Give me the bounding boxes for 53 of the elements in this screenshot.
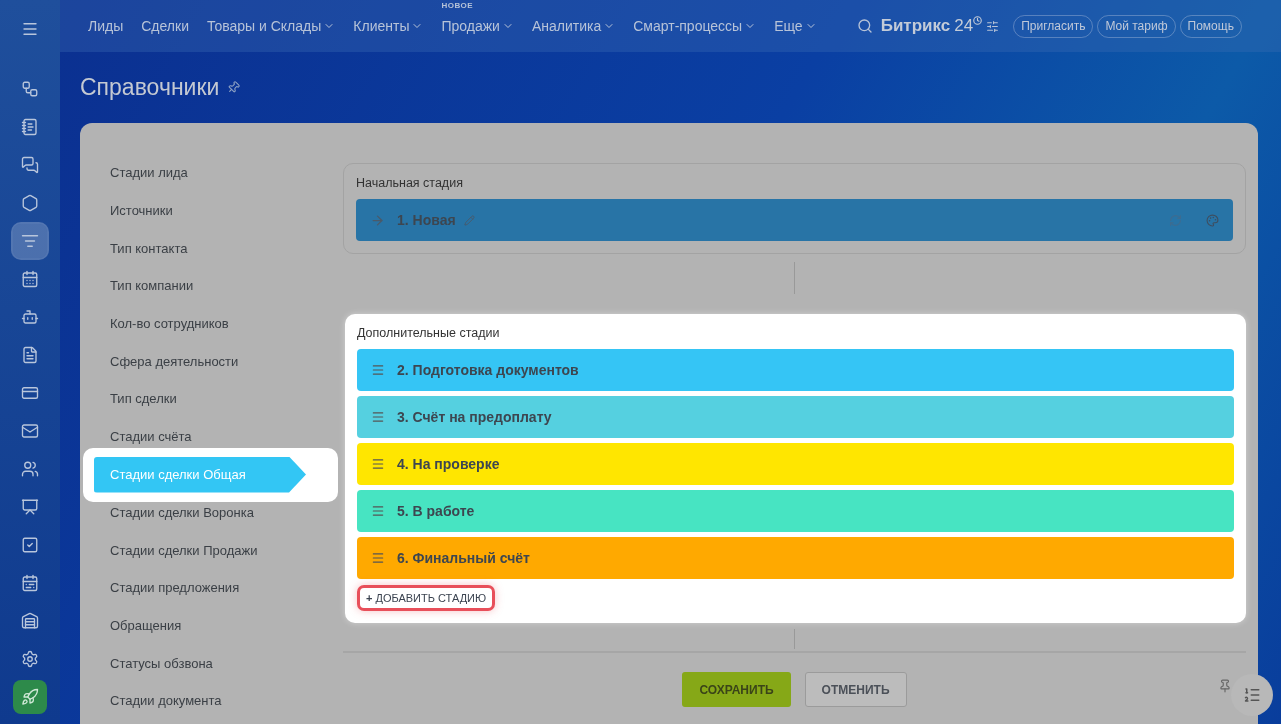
stage-label: 3. Счёт на предоплату [397,409,552,425]
pin-icon[interactable] [1218,679,1232,693]
top-nav-item[interactable]: Клиенты [353,18,424,34]
stage-label: 6. Финальный счёт [397,550,530,566]
stage-bar[interactable]: 5. В работе [357,490,1234,532]
stage-bar[interactable]: 6. Финальный счёт [357,537,1234,579]
nav-item[interactable]: Стадии документа [110,693,222,709]
nav-item[interactable]: Тип компании [110,278,194,294]
nav-item[interactable]: Источники [110,203,173,219]
search-icon[interactable] [856,18,873,34]
nav-item[interactable]: Стадии счёта [110,429,192,445]
drag-handle-icon[interactable] [371,363,385,377]
nav-item[interactable]: Стадии сделки Воронка [110,504,254,520]
new-label: НОВОЕ [441,1,474,10]
logo[interactable]: Битрикс 24 [880,16,974,36]
top-nav-item[interactable]: Товары и Склады [206,18,336,34]
list-button[interactable] [1231,674,1273,716]
nav-item[interactable]: Тип контакта [110,240,188,256]
list-icon [1243,686,1261,704]
stage-label: 1. Новая [397,212,456,228]
drag-handle-icon[interactable] [371,457,385,471]
nav-item[interactable]: Обращения [110,617,182,633]
stage-label: 4. На проверке [397,456,500,472]
arrow-icon [370,212,385,228]
nav-item[interactable]: Сфера деятельности [110,353,239,369]
drag-handle-icon[interactable] [371,410,385,424]
top-nav-item[interactable]: Лиды [88,18,124,34]
drag-handle-icon[interactable] [371,504,385,518]
stage-bar[interactable]: 3. Счёт на предоплату [357,396,1234,438]
top-nav-item[interactable]: Еще [774,18,817,34]
drag-handle-icon[interactable] [371,551,385,565]
stage-label: 5. В работе [397,503,475,519]
add-stage-button[interactable]: + ДОБАВИТЬ СТАДИЮ [357,585,496,611]
top-nav-item[interactable]: Смарт-процессы [633,18,757,34]
rocket-icon[interactable] [13,680,47,714]
section-heading: Начальная стадия [356,176,464,190]
nav-item[interactable]: Статусы обзвона [110,655,213,671]
nav-item[interactable]: Стадии лида [110,165,188,181]
save-button[interactable]: СОХРАНИТЬ [682,672,791,707]
nav-item[interactable]: Кол-во сотрудников [110,316,229,332]
section-heading: Дополнительные стадии [357,326,501,340]
stage-label: 2. Подготовка документов [397,362,579,378]
cancel-button[interactable]: ОТМЕНИТЬ [804,672,907,707]
stage-bar[interactable]: 2. Подготовка документов [357,349,1234,391]
stage-bar[interactable]: 4. На проверке [357,443,1234,485]
nav-item[interactable]: Стадии сделки Продажи [110,542,258,558]
sliders-icon[interactable] [986,19,1000,33]
top-nav-item[interactable]: Аналитика [531,18,616,34]
clock-icon [973,15,983,25]
top-nav-item[interactable]: Сделки [141,18,189,34]
page-title: Справочники [80,74,220,101]
nav-item[interactable]: Тип сделки [110,391,177,407]
nav-item[interactable]: Стадии предложения [110,580,240,596]
